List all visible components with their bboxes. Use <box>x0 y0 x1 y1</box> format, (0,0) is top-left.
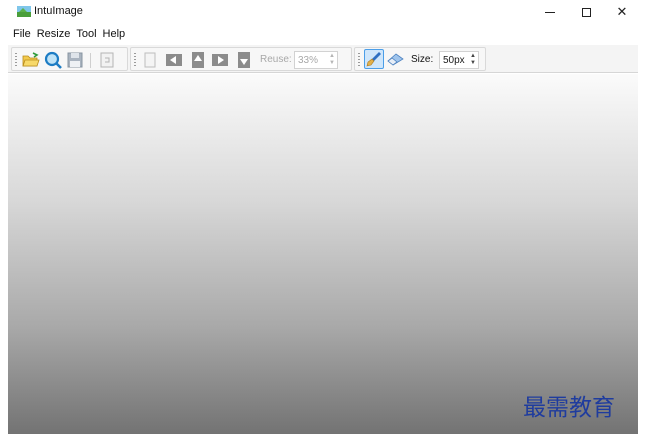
maximize-button[interactable] <box>568 0 604 24</box>
close-icon: ✕ <box>616 4 628 19</box>
arrow-up-icon <box>192 52 204 68</box>
close-button[interactable]: ✕ <box>604 0 640 24</box>
page-button[interactable] <box>141 51 159 69</box>
copy-icon <box>100 52 114 68</box>
size-value: 50px <box>443 54 465 66</box>
arrow-left-icon <box>166 54 182 66</box>
tool-toolbar-group: Size: 50px ▲ ▼ <box>354 47 486 71</box>
image-canvas[interactable] <box>8 74 638 434</box>
eraser-icon <box>387 53 404 66</box>
toolbar-grip[interactable] <box>358 53 360 68</box>
menu-file[interactable]: File <box>10 24 34 44</box>
watermark-text: 最需教育 <box>523 395 615 421</box>
reuse-label: Reuse: <box>260 54 292 65</box>
menu-resize[interactable]: Resize <box>34 24 74 44</box>
shrink-up-button[interactable] <box>189 51 207 69</box>
brush-icon <box>366 52 381 67</box>
save-button[interactable] <box>66 51 84 69</box>
brush-tool-button[interactable] <box>364 49 384 69</box>
maximize-icon <box>581 7 591 17</box>
save-icon <box>67 52 83 68</box>
toolbar: Reuse: 33% ▲ ▼ Size: 50px ▲ ▼ <box>8 45 638 73</box>
toolbar-grip[interactable] <box>15 53 17 68</box>
zoom-button[interactable] <box>44 51 62 69</box>
reuse-value: 33% <box>298 54 319 66</box>
open-button[interactable] <box>22 51 40 69</box>
spin-arrows-icon: ▲ ▼ <box>329 53 335 66</box>
size-spinbox[interactable]: 50px ▲ ▼ <box>439 51 479 69</box>
menu-tool[interactable]: Tool <box>73 24 99 44</box>
window-title: IntuImage <box>34 5 83 17</box>
zoom-icon <box>44 51 62 69</box>
menu-help[interactable]: Help <box>100 24 129 44</box>
arrow-right-icon <box>212 54 228 66</box>
shrink-left-button[interactable] <box>165 51 183 69</box>
toolbar-grip[interactable] <box>134 53 136 68</box>
expand-right-button[interactable] <box>211 51 229 69</box>
minimize-icon <box>545 11 555 13</box>
title-bar[interactable]: IntuImage ✕ <box>8 0 638 24</box>
menu-bar: File Resize Tool Help <box>8 24 638 44</box>
copy-button[interactable] <box>98 51 116 69</box>
arrow-down-icon <box>238 52 250 68</box>
toolbar-separator <box>90 53 91 68</box>
reuse-spinbox[interactable]: 33% ▲ ▼ <box>294 51 338 69</box>
page-icon <box>144 52 156 68</box>
app-logo-icon <box>17 6 31 17</box>
minimize-button[interactable] <box>532 0 568 24</box>
open-folder-icon <box>22 52 40 67</box>
spin-arrows-icon: ▲ ▼ <box>470 53 476 66</box>
expand-down-button[interactable] <box>235 51 253 69</box>
size-label: Size: <box>411 54 434 65</box>
eraser-tool-button[interactable] <box>387 51 405 69</box>
resize-toolbar-group: Reuse: 33% ▲ ▼ <box>130 47 352 71</box>
app-window: IntuImage ✕ File Resize Tool Help Reuse:… <box>8 0 638 434</box>
file-toolbar-group <box>11 47 128 71</box>
